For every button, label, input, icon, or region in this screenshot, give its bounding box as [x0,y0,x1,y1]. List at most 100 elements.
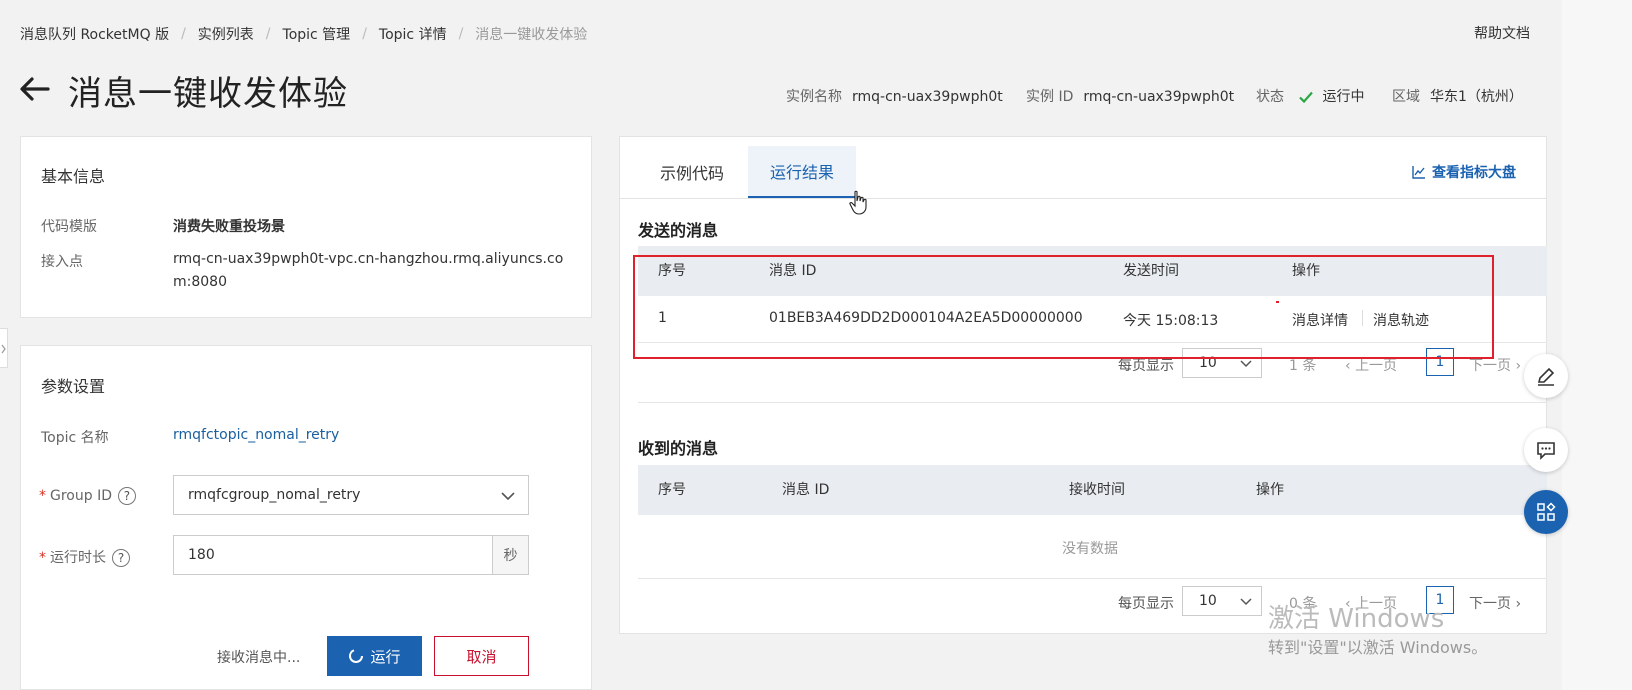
help-question-icon[interactable]: ? [112,549,130,567]
apps-button[interactable] [1524,490,1568,534]
params-title: 参数设置 [41,377,106,396]
sent-row-time: 今天 15:08:13 [1123,313,1219,329]
sent-per-page-select[interactable]: 10 [1182,348,1262,378]
chevron-right-icon: › [1515,358,1522,374]
row-divider [638,342,1547,343]
row-divider [638,578,1547,579]
params-card: 参数设置 Topic 名称 rmqfctopic_nomal_retry * Gr… [20,345,592,690]
region-label: 区域 [1392,89,1420,105]
breadcrumb-item-topic-detail[interactable]: Topic 详情 [379,24,447,44]
sent-prev-page[interactable]: ‹ 上一页 [1345,355,1397,375]
message-trace-link[interactable]: 消息轨迹 [1373,310,1429,330]
sent-col-time: 发送时间 [1123,263,1179,279]
metrics-dashboard-label: 查看指标大盘 [1432,165,1516,181]
received-next-page[interactable]: 下一页 › [1469,593,1521,613]
instance-name-label: 实例名称 [786,89,842,105]
tab-run-result[interactable]: 运行结果 [748,146,856,198]
tab-sample-code[interactable]: 示例代码 [638,146,746,198]
template-value: 消费失败重投场景 [173,219,285,235]
chat-button[interactable] [1524,428,1568,472]
chevron-down-icon [1239,356,1253,374]
region-value: 华东1（杭州） [1430,89,1523,105]
instance-name-value: rmq-cn-uax39pwph0t [852,89,1003,105]
sent-messages-title: 发送的消息 [638,221,719,240]
received-col-action: 操作 [1256,482,1284,498]
breadcrumb-separator: / [181,26,186,42]
instance-id-label: 实例 ID [1026,89,1074,105]
check-icon [1298,89,1314,105]
basic-info-title: 基本信息 [41,167,106,186]
sent-row-id: 01BEB3A469DD2D000104A2EA5D00000000 [769,310,1083,326]
chevron-down-icon [500,488,516,508]
sent-row-no: 1 [658,310,667,326]
help-question-icon[interactable]: ? [117,487,136,505]
received-col-no: 序号 [658,482,686,498]
breadcrumb-item-rocketmq[interactable]: 消息队列 RocketMQ 版 [20,24,169,44]
breadcrumb-item-instances[interactable]: 实例列表 [198,24,254,44]
sent-prev-label: 上一页 [1355,358,1398,374]
duration-label-text: 运行时长 [50,550,106,566]
tab-bar-divider [620,198,1547,199]
chat-icon [1535,439,1557,461]
endpoint-line-2: m:8080 [173,274,227,290]
breadcrumb: 消息队列 RocketMQ 版 / 实例列表 / Topic 管理 / Topi… [20,24,587,44]
endpoint-label: 接入点 [41,254,83,270]
help-docs-link[interactable]: 帮助文档 [1474,23,1530,43]
group-id-value: rmqfcgroup_nomal_retry [188,487,361,503]
chevron-down-icon [1239,594,1253,612]
status-label: 状态 [1256,89,1284,105]
apps-grid-icon [1535,501,1557,523]
back-arrow-icon[interactable] [18,72,52,106]
sent-col-id: 消息 ID [769,263,817,279]
red-dot [1276,301,1279,303]
result-card [619,136,1547,634]
line-chart-icon [1412,165,1426,179]
sidebar-expand-handle[interactable] [0,328,8,368]
status-value: 运行中 [1322,89,1365,105]
chevron-right-icon: › [1515,596,1522,612]
run-button[interactable]: 运行 [327,636,422,676]
cancel-button[interactable]: 取消 [434,636,529,676]
pencil-icon [1535,365,1557,387]
sent-next-label: 下一页 [1469,358,1511,374]
group-id-select[interactable]: rmqfcgroup_nomal_retry [173,475,529,515]
duration-input[interactable]: 180 秒 [173,535,529,575]
received-empty-text: 没有数据 [1062,541,1118,557]
hand-cursor-icon [848,190,870,220]
received-per-page-label: 每页显示 [1118,596,1174,612]
run-button-label: 运行 [370,647,401,666]
breadcrumb-item-topic-management[interactable]: Topic 管理 [283,24,351,44]
sent-page-1[interactable]: 1 [1426,348,1454,376]
breadcrumb-item-current: 消息一键收发体验 [475,27,588,43]
received-per-page-value: 10 [1199,593,1217,609]
instance-id: 实例 ID rmq-cn-uax39pwph0t [1026,86,1234,106]
required-mark: * [39,488,46,504]
sent-per-page-label: 每页显示 [1118,358,1174,374]
topic-name-link[interactable]: rmqfctopic_nomal_retry [173,427,339,443]
breadcrumb-separator: / [362,26,367,42]
received-next-label: 下一页 [1469,596,1511,612]
message-detail-link[interactable]: 消息详情 [1292,310,1348,330]
received-table-header: 序号 消息 ID 接收时间 操作 [638,465,1547,515]
group-id-label-text: Group ID [50,488,112,504]
duration-unit: 秒 [492,536,528,574]
receiving-status: 接收消息中... [217,650,301,666]
metrics-dashboard-link[interactable]: 查看指标大盘 [1412,162,1516,182]
received-col-time: 接收时间 [1069,482,1125,498]
windows-watermark-subtitle: 转到"设置"以激活 Windows。 [1268,638,1488,657]
received-messages-title: 收到的消息 [638,439,719,458]
topic-name-label: Topic 名称 [41,430,109,446]
page-title: 消息一键收发体验 [68,74,348,114]
instance-region: 区域 华东1（杭州） [1392,86,1523,106]
sent-next-page[interactable]: 下一页 › [1469,355,1521,375]
received-per-page-select[interactable]: 10 [1182,586,1262,616]
template-label: 代码模版 [41,219,97,235]
endpoint-line-1: rmq-cn-uax39pwph0t-vpc.cn-hangzhou.rmq.a… [173,251,564,267]
chevron-left-icon: ‹ [1345,358,1351,374]
right-float-bar [1562,0,1632,690]
required-mark: * [39,550,46,566]
group-id-label: * Group ID? [39,487,136,505]
edit-feedback-button[interactable] [1524,354,1568,398]
sent-col-action: 操作 [1292,263,1320,279]
basic-info-card: 基本信息 代码模版 消费失败重投场景 接入点 rmq-cn-uax39pwph0… [20,136,592,318]
